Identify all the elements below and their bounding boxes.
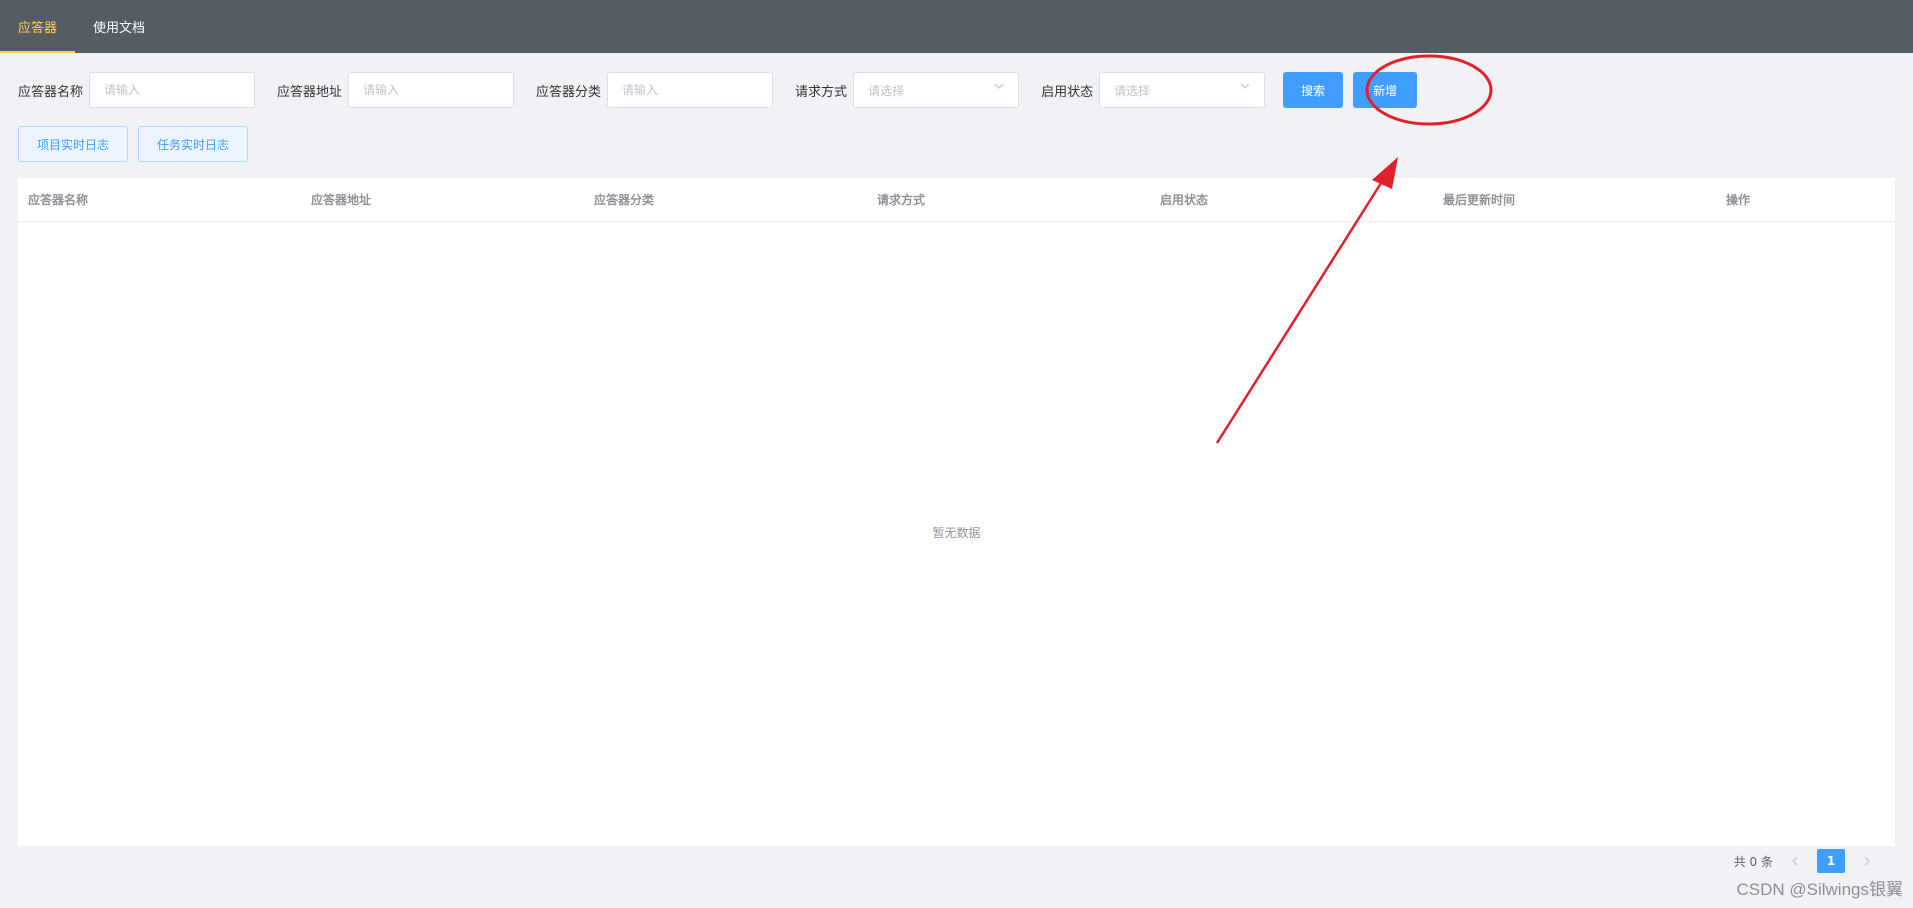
chevron-right-icon xyxy=(1864,856,1870,866)
pagination: 共 0 条 1 xyxy=(1734,849,1875,873)
page-number-current[interactable]: 1 xyxy=(1817,849,1845,873)
total-count: 共 0 条 xyxy=(1733,854,1773,869)
responder-table: 应答器名称 应答器地址 应答器分类 请求方式 启用状态 最后更新时间 操作 暂无… xyxy=(18,178,1895,846)
column-header-address: 应答器地址 xyxy=(311,193,372,207)
log-actions: 项目实时日志 任务实时日志 xyxy=(18,126,249,162)
name-filter-label: 应答器名称 xyxy=(18,84,84,100)
next-page-button[interactable] xyxy=(1859,853,1875,869)
column-header-method: 请求方式 xyxy=(877,193,926,207)
column-header-name: 应答器名称 xyxy=(28,193,89,207)
prev-page-button[interactable] xyxy=(1787,853,1803,869)
table-header: 应答器名称 应答器地址 应答器分类 请求方式 启用状态 最后更新时间 操作 xyxy=(18,178,1895,222)
address-filter-label: 应答器地址 xyxy=(277,84,343,100)
name-filter-input[interactable] xyxy=(89,72,256,108)
filter-bar: 应答器名称 应答器地址 应答器分类 请求方式 请选择 启用状态 请选择 搜索 新… xyxy=(18,72,1418,108)
nav-tab-responder[interactable]: 应答器 xyxy=(0,0,76,53)
chevron-down-icon xyxy=(994,83,1004,89)
method-select-placeholder: 请选择 xyxy=(868,83,905,98)
column-header-actions: 操作 xyxy=(1726,193,1751,207)
method-filter-label: 请求方式 xyxy=(795,84,848,100)
chevron-left-icon xyxy=(1792,856,1798,866)
add-button[interactable]: 新增 xyxy=(1353,72,1418,108)
empty-state-text: 暂无数据 xyxy=(932,526,981,540)
category-filter-label: 应答器分类 xyxy=(536,84,602,100)
column-header-status: 启用状态 xyxy=(1160,193,1209,207)
chevron-down-icon xyxy=(1240,83,1250,89)
watermark: CSDN @Silwings银翼 xyxy=(1736,880,1903,899)
project-log-button[interactable]: 项目实时日志 xyxy=(18,126,129,162)
status-select-placeholder: 请选择 xyxy=(1114,83,1151,98)
method-select[interactable]: 请选择 xyxy=(853,72,1020,108)
address-filter-input[interactable] xyxy=(348,72,515,108)
top-nav: 应答器 使用文档 xyxy=(0,0,1913,53)
nav-tab-docs[interactable]: 使用文档 xyxy=(75,0,163,53)
column-header-category: 应答器分类 xyxy=(594,193,655,207)
status-filter-label: 启用状态 xyxy=(1041,84,1094,100)
category-filter-input[interactable] xyxy=(607,72,774,108)
task-log-button[interactable]: 任务实时日志 xyxy=(138,126,249,162)
search-button[interactable]: 搜索 xyxy=(1283,72,1344,108)
status-select[interactable]: 请选择 xyxy=(1099,72,1266,108)
column-header-updated: 最后更新时间 xyxy=(1443,193,1516,207)
